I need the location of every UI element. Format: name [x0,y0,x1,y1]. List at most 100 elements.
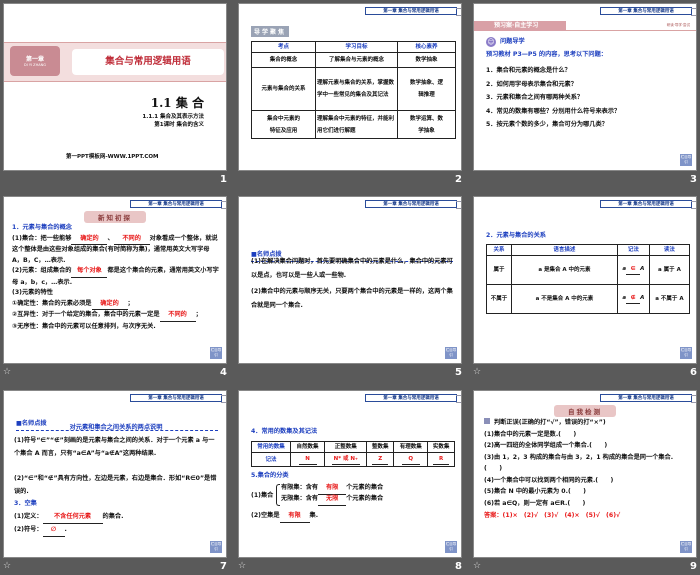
body-text: 的集合. [102,513,124,520]
answer-blank: Z [372,455,389,465]
answer-blank: 确定的 [91,299,128,310]
table-header: 核心素养 [397,41,456,53]
body-text: (1)集合：把一些能够 [12,234,72,242]
body-text: 个元素的集合 [346,495,384,502]
chapter-header-badge: 第一章 集合与常用逻辑用语 [365,200,461,209]
star-icon[interactable]: ☆ [473,561,481,571]
table-cell: a 不是集合 A 中的元素 [510,284,618,314]
body-text: ； [127,299,134,307]
star-icon[interactable]: ☆ [3,561,11,571]
star-icon[interactable]: ☆ [238,561,246,571]
list-marker-icon [484,418,490,424]
body-text: (1)集合 [251,492,274,499]
quiz-answer: 答案：(1)× (2)√ (3)√ (4)× (5)√ (6)√ [484,512,621,519]
quiz-item: (2)高一四班的全体同学组成一个集合.( ) [484,442,608,449]
table-header: 整数集 [366,441,395,453]
slide-thumbnail-8[interactable]: 第一章 集合与常用逻辑用语 4．常用的数集及其记法 常用的数集 自然数集 正整数集整… [238,390,462,558]
body-text: (2)符号： [14,526,43,533]
slide-number: 8 [455,561,462,572]
nav-button[interactable]: 栏目导引 [680,154,692,166]
table-cell: 集合的概念 [251,52,316,68]
answer-blank: 不同的 [113,234,150,245]
slide-number: 9 [690,561,697,572]
subsection-title: 1.1.1 集合及其表示方法 [142,114,204,120]
body-text: (2)元素：组成集合的 [12,267,72,274]
slide-thumbnail-1[interactable]: 第一章 DI YI ZHANG 集合与常用逻辑用语 1.1 集 合 1.1.1 … [3,3,227,171]
quiz-item: (3)由 1，2，3 构成的集合与由 3，2，1 构成的集合是同一个集合.( ) [484,453,674,473]
nav-button[interactable]: 栏目导引 [210,347,222,359]
table-cell: 记法 [251,452,291,467]
section-title: 1.1 集 合 [150,96,204,110]
slide-thumbnail-7[interactable]: 第一章 集合与常用逻辑用语 ■名师点拨 对元素和集合之间关系的两点说明 (1)符… [3,390,227,558]
nav-button[interactable]: 栏目导引 [445,541,457,553]
body-text: 有限集：含有 [281,484,319,491]
table-cell: 理解元素与集合的关系，掌握数学中一些常见的集合及其记法 [315,67,398,111]
table-cell: a 是集合 A 中的元素 [510,255,618,285]
slide-thumbnail-3[interactable]: 第一章 集合与常用逻辑用语 预习案·自主学习 研读·导学·尝试 ☺ 问题导学 预… [473,3,697,171]
slide-number: 1 [220,174,227,185]
star-icon[interactable]: ☆ [3,367,11,377]
body-text: ②互异性：对于一个给定的集合，集合中的元素一定是 [12,311,160,318]
slide-number: 7 [220,561,227,572]
quiz-intro: 判断正误(正确的打“√”，错误的打“×”) [494,419,606,426]
footer-text: 第一PPT模板网-WWW.1PPT.COM [66,154,159,160]
chapter-header-badge: 第一章 集合与常用逻辑用语 [600,200,696,209]
preview-banner: 预习案·自主学习 [474,21,566,31]
table-cell: 了解集合与元素的概念 [315,52,398,68]
chapter-header-badge: 第一章 集合与常用逻辑用语 [600,7,696,16]
chapter-header-badge: 第一章 集合与常用逻辑用语 [130,394,226,403]
body-text: . [64,526,67,533]
question-item: 5．按元素个数的多少，集合可分为哪几类？ [486,121,608,128]
slide-thumbnail-5[interactable]: 第一章 集合与常用逻辑用语 ■名师点拨 (1)在解决集合问题时，首先要明确集合中… [238,196,462,364]
body-text: 集. [309,512,319,519]
tip-paragraph: (1)符号“∈”“∉”刻画的是元素与集合之间的关系．对于一个元素 a 与一个集合… [14,437,215,457]
chapter-pinyin: DI YI ZHANG [24,63,46,67]
quiz-item: (4)一个集合中可以找到两个相同的元素.( ) [484,476,614,484]
slide-thumbnail-4[interactable]: 第一章 集合与常用逻辑用语 新知初探 1．元素与集合的概念 (1)集合：把一些能… [3,196,227,364]
chapter-header-badge: 第一章 集合与常用逻辑用语 [365,7,461,16]
table-header: 实数集 [427,441,455,453]
star-icon[interactable]: ☆ [473,367,481,377]
tip-subheading: 对元素和集合之间关系的两点说明 [69,424,163,431]
question-item: 1．集合和元素的概念是什么？ [486,67,571,74]
slide-number: 2 [455,174,462,185]
slide-thumbnail-9[interactable]: 第一章 集合与常用逻辑用语 自我检测 判断正误(正确的打“√”，错误的打“×”)… [473,390,697,558]
empty-set-heading: 3．空集 [14,500,37,507]
table-cell: 数学运算、数学抽象 [397,110,456,139]
answer-blank: N [298,455,317,465]
section-ribbon: 新知初探 [84,211,146,223]
quiz-item: (5)集合 N 中的最小元素为 0.( ) [484,488,586,495]
table-cell: 元素与集合的关系 [251,67,316,111]
body-text: (1)定义： [14,513,43,520]
body-text: 无限集：含有 [281,495,319,502]
lesson-title: 第1课时 集合的含义 [154,122,204,128]
slide-thumbnail-6[interactable]: 第一章 集合与常用逻辑用语 2．元素与集合的关系 关系 语言描述 记法 读法 属于 a … [473,196,697,364]
quiz-body: 判断正误(正确的打“√”，错误的打“×”) (1)集合中的元素一定是数.( ) … [484,418,690,522]
brace [276,484,280,506]
body-text: ①确定性：集合的元素必须是 [12,299,92,307]
tip-paragraph: (2)集合中的元素与顺序无关，只要两个集合中的元素是一样的，这两个集合就是同一个… [251,288,453,309]
slide-number: 5 [455,367,462,378]
slide-thumbnail-2[interactable]: 第一章 集合与常用逻辑用语 导学聚焦 考点 学习目标 核心素养 集合的概念 了解集合与… [238,3,462,171]
table-heading: 2．元素与集合的关系 [486,232,546,239]
body-text: ； [195,311,202,318]
body-text: ③无序性：集合中的元素可以任意排列，与次序无关. [12,322,156,330]
body-heading: 1．元素与集合的概念 [12,224,72,231]
nav-button[interactable]: 栏目导引 [680,541,692,553]
table-header: 考点 [251,41,316,53]
answer-blank: ∈ [626,265,641,275]
nav-button[interactable]: 栏目导引 [445,347,457,359]
chapter-header-badge: 第一章 集合与常用逻辑用语 [600,394,696,403]
slide-number: 3 [690,174,697,185]
smiley-icon: ☺ [486,37,496,47]
nav-button[interactable]: 栏目导引 [210,541,222,553]
classification-heading: 5.集合的分类 [251,472,289,479]
table-cell: 数学抽象、逻辑推理 [397,67,456,111]
table-cell: a ∉ A [616,284,650,314]
answer-blank: ∉ [626,294,641,304]
nav-button[interactable]: 栏目导引 [680,347,692,359]
body-text: (2)空集是 [251,512,280,519]
slide-number: 6 [690,367,697,378]
answer-blank: 有限 [279,511,310,523]
table-header: 学习目标 [315,41,398,53]
